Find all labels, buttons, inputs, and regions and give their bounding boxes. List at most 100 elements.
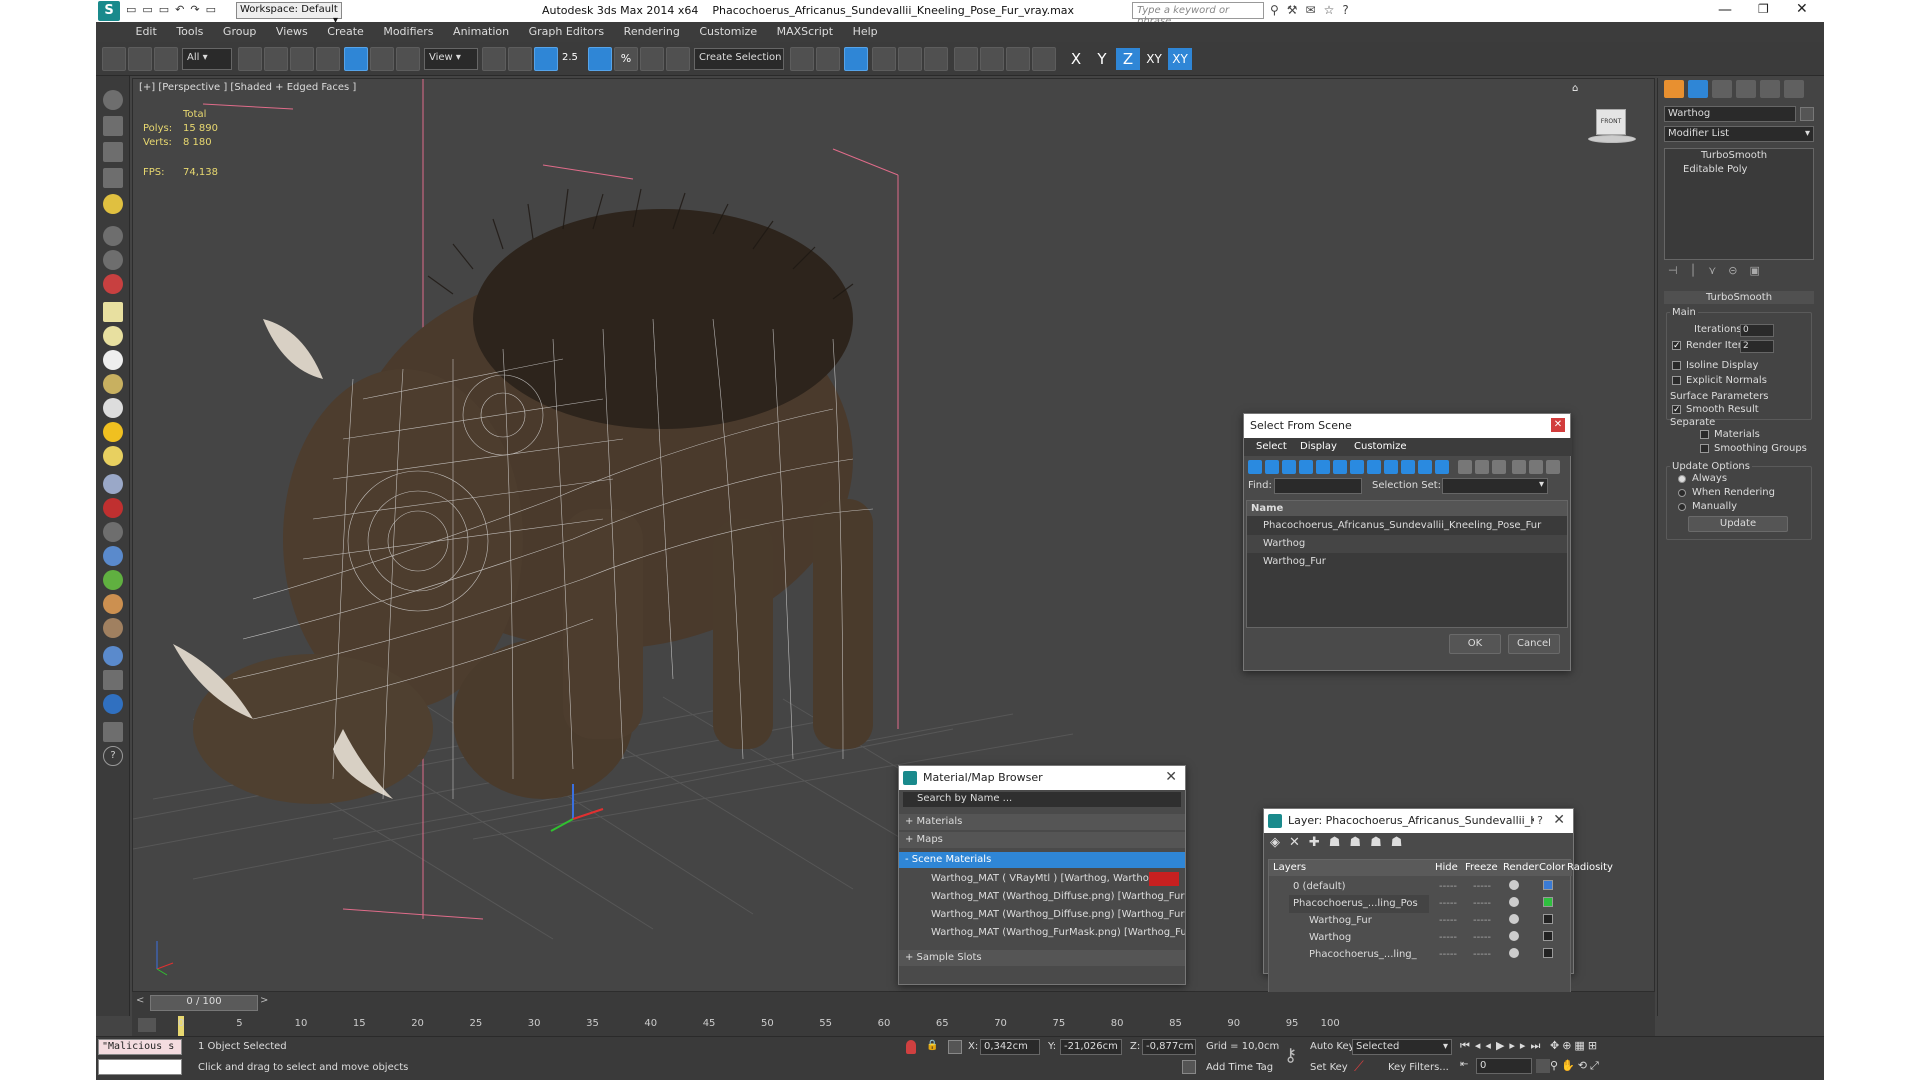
viewcube-compass[interactable] <box>1588 135 1636 143</box>
percent-snap-icon[interactable]: % <box>614 47 638 71</box>
isoline-checkbox[interactable] <box>1672 361 1681 370</box>
layer-color-swatch[interactable] <box>1543 914 1553 924</box>
col-radiosity[interactable]: Radiosity <box>1567 862 1613 873</box>
time-slider-thumb[interactable]: 0 / 100 <box>150 995 258 1011</box>
render-iters-checkbox[interactable]: ✓ <box>1672 341 1681 351</box>
menu-customize[interactable]: Customize <box>691 22 765 41</box>
warthog-wireframe-model[interactable] <box>173 188 874 804</box>
current-frame-field[interactable]: 0 <box>1476 1058 1532 1074</box>
select-all-icon[interactable] <box>1458 460 1472 474</box>
filter-funnel-icon[interactable] <box>1512 460 1526 474</box>
key-mode-dropdown[interactable]: Selected ▾ <box>1352 1039 1452 1055</box>
select-object-icon[interactable] <box>238 47 262 71</box>
mini-curve-editor-icon[interactable] <box>138 1018 156 1032</box>
globe-icon[interactable] <box>103 546 123 566</box>
layer-manager-icon[interactable] <box>844 47 868 71</box>
home-icon[interactable]: ⌂ <box>1572 83 1578 94</box>
unlink-icon[interactable] <box>128 47 152 71</box>
bind-space-warp-icon[interactable] <box>154 47 178 71</box>
workspace-dropdown[interactable]: Workspace: Default ▾ <box>236 2 342 26</box>
add-time-tag[interactable]: Add Time Tag <box>1206 1062 1273 1073</box>
axis-x-button[interactable]: X <box>1064 48 1088 70</box>
window-crossing-icon[interactable] <box>316 47 340 71</box>
quick-access-icons[interactable]: ▭▭▭↶↷▭ <box>126 3 222 16</box>
material-item[interactable]: Warthog_MAT (Warthog_FurMask.png) [Warth… <box>899 924 1185 942</box>
y-coord-field[interactable]: -21,026cm <box>1060 1039 1122 1055</box>
sort-icon[interactable] <box>1546 460 1560 474</box>
update-button[interactable]: Update <box>1688 516 1788 532</box>
manually-radio[interactable] <box>1678 503 1686 511</box>
hide-dots[interactable]: ----- <box>1439 915 1457 926</box>
find-input[interactable] <box>1274 478 1362 494</box>
axis-y-button[interactable]: Y <box>1090 48 1114 70</box>
select-rotate-icon[interactable] <box>370 47 394 71</box>
hide-dots[interactable]: ----- <box>1439 932 1457 943</box>
edit-named-sel-icon[interactable] <box>666 47 690 71</box>
angle-snap-icon[interactable] <box>588 47 612 71</box>
filter-helpers-icon[interactable] <box>1316 460 1330 474</box>
object-name-field[interactable]: Warthog <box>1664 106 1796 122</box>
spinner-snap-icon[interactable] <box>640 47 664 71</box>
ref-coord-dropdown[interactable]: View ▾ <box>424 48 478 70</box>
render-teapot-icon[interactable] <box>1509 948 1519 958</box>
infocenter-icons[interactable]: ⚲⚒✉☆? <box>1270 3 1357 17</box>
col-hide[interactable]: Hide <box>1435 862 1458 873</box>
smooth-result-checkbox[interactable]: ✓ <box>1672 405 1681 415</box>
maps-section[interactable]: + Maps <box>899 832 1185 848</box>
explicit-normals-checkbox[interactable] <box>1672 376 1681 385</box>
layer-toolbar-icons[interactable]: ◈✕✚☗☗☗☗ <box>1270 835 1450 853</box>
viewport-label[interactable]: [+] [Perspective ] [Shaded + Edged Faces… <box>139 82 356 93</box>
viewport-nav-icons-bottom[interactable]: ⚲✋⟲⤢ <box>1550 1059 1620 1075</box>
keyboard-shortcut-icon[interactable] <box>534 47 558 71</box>
teapot-primitive-icon[interactable] <box>103 374 123 394</box>
menu-rendering[interactable]: Rendering <box>616 22 688 41</box>
axis-xy-cycle-button[interactable]: XY <box>1168 48 1192 70</box>
track-bar[interactable]: 0 5 10 15 20 25 30 35 40 45 50 55 60 65 … <box>132 1016 1655 1036</box>
hair-icon[interactable] <box>103 594 123 614</box>
create-tab-icon[interactable] <box>1664 80 1684 98</box>
material-item[interactable]: Warthog_MAT ( VRayMtl ) [Warthog, Wartho… <box>899 870 1185 888</box>
light-icon[interactable] <box>103 194 123 214</box>
object-color-swatch[interactable] <box>1800 107 1814 121</box>
particles-icon[interactable] <box>103 474 123 494</box>
material-sphere-icon[interactable] <box>103 646 123 666</box>
graphite-icon[interactable] <box>872 47 896 71</box>
dome-icon[interactable] <box>103 326 123 346</box>
pyramid-icon[interactable] <box>103 522 123 542</box>
smoothing-groups-checkbox[interactable] <box>1700 444 1709 453</box>
menu-group[interactable]: Group <box>215 22 265 41</box>
list-item[interactable]: Phacochoerus_Africanus_Sundevallii_Kneel… <box>1247 517 1567 535</box>
scene-explorer-icon[interactable] <box>103 142 123 162</box>
menu-modifiers[interactable]: Modifiers <box>375 22 441 41</box>
select-invert-icon[interactable] <box>1492 460 1506 474</box>
layer-row-phacochoerus[interactable]: Phacochoerus_...ling_Pos <box>1289 895 1429 913</box>
render-setup-icon[interactable] <box>980 47 1004 71</box>
scene-materials-section[interactable]: - Scene Materials <box>899 852 1185 868</box>
sample-slots-section[interactable]: + Sample Slots <box>899 950 1185 966</box>
filter-groups-icon[interactable] <box>1350 460 1364 474</box>
render-teapot-icon[interactable] <box>1509 914 1519 924</box>
sound-icon[interactable] <box>103 250 123 270</box>
col-render[interactable]: Render <box>1503 862 1539 873</box>
select-move-icon[interactable] <box>344 47 368 71</box>
camera-icon[interactable] <box>103 226 123 246</box>
layer-explorer-icon[interactable] <box>103 168 123 188</box>
list-item[interactable]: Warthog_Fur <box>1247 553 1567 571</box>
sphere-icon[interactable] <box>103 350 123 370</box>
minimize-icon[interactable]: — <box>1718 2 1732 18</box>
link-icon[interactable] <box>102 47 126 71</box>
key-filters-button[interactable]: Key Filters... <box>1388 1062 1449 1073</box>
close-icon[interactable]: ✕ <box>1553 813 1565 827</box>
select-scale-icon[interactable] <box>396 47 420 71</box>
material-item[interactable]: Warthog_MAT (Warthog_Diffuse.png) [Warth… <box>899 888 1185 906</box>
absolute-mode-icon[interactable] <box>948 1040 962 1054</box>
menu-edit[interactable]: Edit <box>128 22 165 41</box>
maxscript-output[interactable] <box>98 1059 182 1075</box>
layer-row-warthog-fur[interactable]: Warthog_Fur <box>1305 912 1429 930</box>
x-coord-field[interactable]: 0,342cm <box>980 1039 1040 1055</box>
filter-cameras-icon[interactable] <box>1299 460 1313 474</box>
freeze-dots[interactable]: ----- <box>1473 915 1491 926</box>
select-none-icon[interactable] <box>1475 460 1489 474</box>
hide-dots[interactable]: ----- <box>1439 898 1457 909</box>
filter-lights-icon[interactable] <box>1282 460 1296 474</box>
